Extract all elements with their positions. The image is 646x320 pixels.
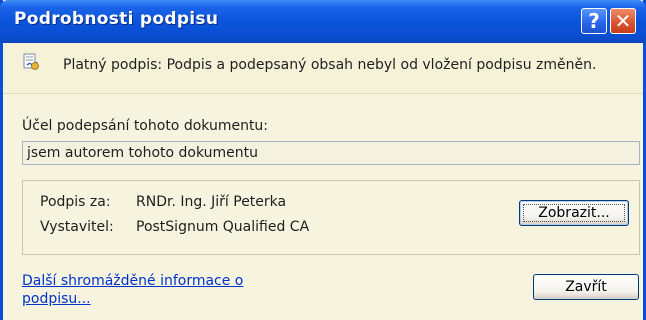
valid-signature-icon	[23, 53, 39, 70]
close-button[interactable]: Zavřít	[533, 274, 639, 300]
signature-status-text: Platný podpis: Podpis a podepsaný obsah …	[63, 57, 597, 73]
purpose-field[interactable]: jsem autorem tohoto dokumentu	[22, 141, 640, 165]
help-button[interactable]: ?	[581, 8, 607, 34]
issuer-label: Vystavitel:	[40, 219, 114, 235]
more-info-link-line1: Další shromážděné informace o	[22, 273, 244, 289]
close-window-button[interactable]: ✕	[610, 8, 636, 34]
signature-details-dialog: Podrobnosti podpisu ? ✕ Platný podpis: P…	[0, 0, 646, 320]
purpose-label: Účel podepsání tohoto dokumentu:	[22, 118, 269, 134]
dialog-title: Podrobnosti podpisu	[14, 9, 219, 29]
more-info-link[interactable]: Další shromážděné informace o podpisu...	[22, 272, 262, 308]
signed-by-value: RNDr. Ing. Jiří Peterka	[136, 194, 287, 210]
issuer-value: PostSignum Qualified CA	[136, 219, 310, 235]
show-certificate-button[interactable]: Zobrazit...	[519, 200, 629, 226]
signature-status-bar: Platný podpis: Podpis a podepsaný obsah …	[3, 43, 643, 94]
dialog-body: Účel podepsání tohoto dokumentu: jsem au…	[3, 94, 643, 320]
title-bar[interactable]: Podrobnosti podpisu ? ✕	[0, 0, 646, 43]
focus-rectangle	[523, 204, 625, 222]
signer-info-group: Podpis za: RNDr. Ing. Jiří Peterka Vysta…	[22, 180, 640, 255]
signed-by-label: Podpis za:	[40, 194, 111, 210]
more-info-link-line2: podpisu...	[22, 291, 91, 307]
